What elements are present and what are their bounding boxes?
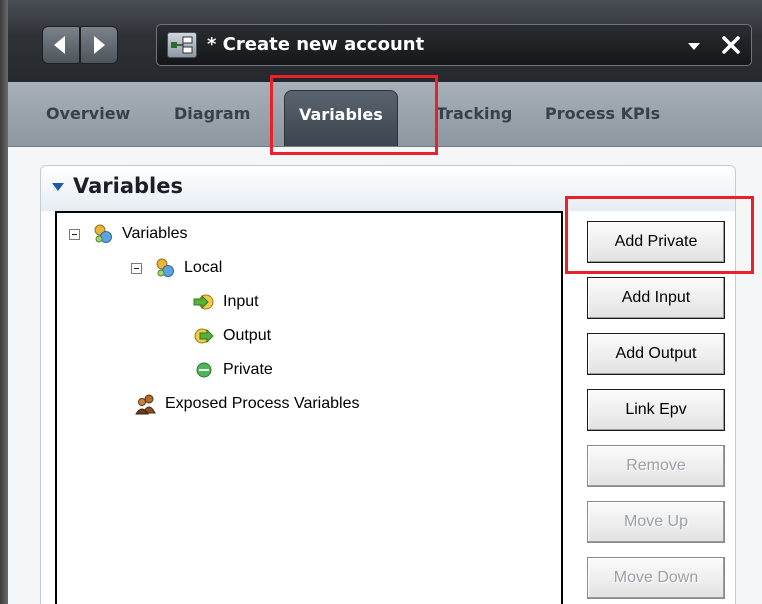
add-private-button[interactable]: Add Private xyxy=(587,221,725,263)
collapse-toggle-icon[interactable] xyxy=(131,262,142,274)
tree-node-input[interactable]: Input xyxy=(193,289,259,315)
forward-arrow-icon xyxy=(94,36,105,54)
tab-process-kpis[interactable]: Process KPIs xyxy=(545,104,660,123)
document-selector[interactable]: * Create new account xyxy=(156,24,752,66)
process-diagram-icon xyxy=(167,32,197,58)
variables-folder-icon xyxy=(154,257,176,279)
variables-section-body: Variables Local Input Output Private Exp… xyxy=(40,211,736,604)
add-output-button[interactable]: Add Output xyxy=(587,333,725,375)
document-title: * Create new account xyxy=(207,34,425,55)
tab-overview[interactable]: Overview xyxy=(46,104,130,123)
tree-node-local[interactable]: Local xyxy=(131,255,222,281)
editor-content: Variables Variables Local Input Output P… xyxy=(8,147,762,604)
back-button[interactable] xyxy=(42,26,80,64)
triangle-down-icon[interactable] xyxy=(683,33,705,57)
window-frame-left xyxy=(0,0,8,604)
forward-button[interactable] xyxy=(80,26,118,64)
back-arrow-icon xyxy=(54,36,65,54)
link-epv-button[interactable]: Link Epv xyxy=(587,389,725,431)
tab-diagram[interactable]: Diagram xyxy=(174,104,250,123)
people-icon xyxy=(135,393,157,415)
tree-label: Output xyxy=(223,327,272,344)
move-down-button[interactable]: Move Down xyxy=(587,557,725,599)
title-bar: * Create new account xyxy=(8,0,762,82)
tree-label: Private xyxy=(223,361,273,378)
tree-label: Local xyxy=(184,259,223,276)
tree-node-exposed-process-variables[interactable]: Exposed Process Variables xyxy=(135,391,359,417)
variables-tree[interactable]: Variables Local Input Output Private Exp… xyxy=(55,211,563,604)
collapse-triangle-icon[interactable] xyxy=(51,182,65,192)
tree-label: Input xyxy=(223,293,259,310)
variables-folder-icon xyxy=(92,223,114,245)
output-variable-icon xyxy=(193,325,215,347)
tab-tracking[interactable]: Tracking xyxy=(436,104,512,123)
tree-node-output[interactable]: Output xyxy=(193,323,271,349)
close-icon[interactable] xyxy=(717,31,745,59)
tree-node-variables[interactable]: Variables xyxy=(69,221,188,247)
tree-label: Exposed Process Variables xyxy=(165,395,360,412)
tree-label: Variables xyxy=(122,225,188,242)
section-title: Variables xyxy=(73,174,183,198)
variables-section-header[interactable]: Variables xyxy=(40,165,736,211)
collapse-toggle-icon[interactable] xyxy=(69,228,80,240)
input-variable-icon xyxy=(193,291,215,313)
move-up-button[interactable]: Move Up xyxy=(587,501,725,543)
remove-button[interactable]: Remove xyxy=(587,445,725,487)
tree-node-private[interactable]: Private xyxy=(193,357,273,383)
private-variable-icon xyxy=(193,359,215,381)
tab-variables[interactable]: Variables xyxy=(284,90,398,146)
add-input-button[interactable]: Add Input xyxy=(587,277,725,319)
editor-tabs: Overview Diagram Variables Tracking Proc… xyxy=(8,82,762,147)
